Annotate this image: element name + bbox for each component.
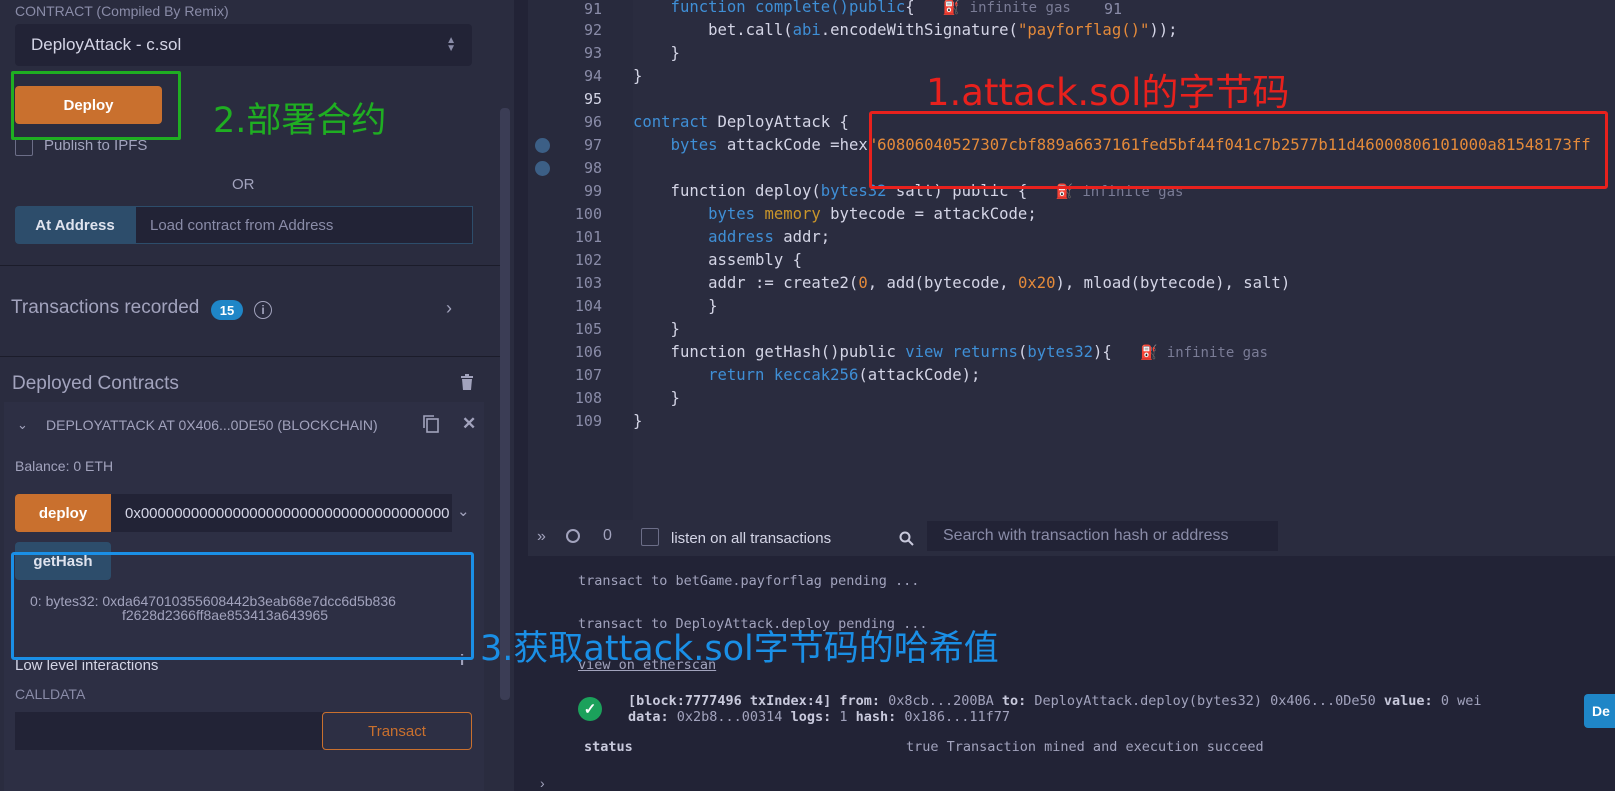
line-number: 98 bbox=[583, 159, 602, 177]
line-number: 105 bbox=[574, 320, 602, 338]
tx-search-input[interactable]: Search with transaction hash or address bbox=[927, 521, 1278, 551]
line-number: 106 bbox=[574, 343, 602, 361]
listen-label: listen on all transactions bbox=[671, 530, 832, 547]
gas-estimate: infinite gas bbox=[969, 0, 1071, 16]
copy-icon[interactable] bbox=[423, 415, 439, 433]
transactions-recorded-label[interactable]: Transactions recorded bbox=[11, 297, 199, 319]
line-number: 107 bbox=[574, 366, 602, 384]
success-check-icon: ✓ bbox=[578, 697, 602, 721]
gas-pump-icon: ⛽ bbox=[1140, 345, 1158, 361]
status-label: status bbox=[584, 739, 633, 755]
code-line: } bbox=[633, 44, 680, 62]
annotation-red-box bbox=[869, 111, 1608, 189]
line-number: 94 bbox=[583, 67, 602, 85]
listen-checkbox[interactable] bbox=[641, 528, 659, 546]
transact-button[interactable]: Transact bbox=[322, 712, 472, 750]
close-icon[interactable]: ✕ bbox=[462, 414, 476, 434]
calldata-label: CALLDATA bbox=[15, 686, 86, 702]
contract-select-value: DeployAttack - c.sol bbox=[31, 35, 182, 54]
code-line: addr := create2(0, add(bytecode, 0x20), … bbox=[633, 274, 1291, 292]
line-number: 100 bbox=[574, 205, 602, 223]
code-line: } bbox=[633, 297, 718, 315]
contract-select[interactable]: DeployAttack - c.sol ▲ ▼ bbox=[15, 24, 472, 66]
instance-title: DEPLOYATTACK AT 0X406...0DE50 (BLOCKCHAI… bbox=[46, 417, 378, 433]
clear-console-icon[interactable] bbox=[566, 529, 580, 543]
search-icon bbox=[899, 531, 914, 551]
debug-button[interactable]: De bbox=[1584, 694, 1615, 728]
divider bbox=[0, 265, 500, 266]
calldata-input[interactable] bbox=[15, 712, 323, 750]
code-line: address addr; bbox=[708, 228, 831, 246]
deploy-function-button[interactable]: deploy bbox=[15, 494, 111, 532]
publish-ipfs-checkbox[interactable] bbox=[15, 138, 33, 156]
code-line: assembly { bbox=[633, 251, 802, 269]
log-line: transact to betGame.payforflag pending .… bbox=[578, 573, 920, 589]
balance-text: Balance: 0 ETH bbox=[15, 458, 114, 474]
line-number: 109 bbox=[574, 412, 602, 430]
code-line: return keccak256(attackCode); bbox=[708, 366, 981, 384]
collapse-icon[interactable]: » bbox=[537, 528, 546, 546]
line-number: 91 bbox=[583, 0, 602, 18]
line-number: 97 bbox=[583, 136, 602, 154]
line-number: 101 bbox=[574, 228, 602, 246]
tx-summary-line2[interactable]: data: 0x2b8...00314 logs: 1 hash: 0x186.… bbox=[628, 709, 1010, 725]
line-number: 99 bbox=[583, 182, 602, 200]
tx-summary-line1[interactable]: [block:7777496 txIndex:4] from: 0x8cb...… bbox=[628, 693, 1481, 709]
deployed-contracts-title: Deployed Contracts bbox=[12, 373, 179, 394]
code-line: bytes memory bytecode = attackCode; bbox=[708, 205, 1037, 223]
code-line: } bbox=[633, 67, 643, 85]
chevron-down-icon[interactable]: ⌄ bbox=[17, 417, 28, 433]
annotation-hash-text: 3.获取attack.sol字节码的哈希值 bbox=[480, 629, 999, 669]
at-address-input[interactable]: Load contract from Address bbox=[135, 206, 473, 244]
at-address-button[interactable]: At Address bbox=[15, 206, 135, 244]
line-number: 96 bbox=[583, 113, 602, 131]
annotation-green-box bbox=[11, 71, 181, 140]
code-line: } bbox=[633, 320, 680, 338]
code-line: bet.call(abi.encodeWithSignature("payfor… bbox=[633, 21, 1178, 39]
tx-count-badge: 15 bbox=[211, 300, 243, 320]
gas-pump-icon: ⛽ bbox=[942, 0, 961, 16]
code-line: } bbox=[633, 412, 643, 430]
line-number: 102 bbox=[574, 251, 602, 269]
line-number: 92 bbox=[583, 21, 602, 39]
info-icon[interactable]: i bbox=[254, 301, 272, 319]
deploy-salt-input[interactable]: 0x0000000000000000000000000000000000000 bbox=[111, 494, 452, 532]
gas-estimate: infinite gas bbox=[1166, 345, 1268, 361]
annotation-bytecode-text: 1.attack.sol的字节码 bbox=[926, 71, 1290, 114]
line-number: 103 bbox=[574, 274, 602, 292]
status-value: true Transaction mined and execution suc… bbox=[906, 739, 1264, 755]
or-divider: OR bbox=[232, 176, 255, 193]
line-number: 104 bbox=[574, 297, 602, 315]
code-line: contract DeployAttack { bbox=[633, 113, 849, 131]
line-number: 93 bbox=[583, 44, 602, 62]
code-line: } bbox=[633, 389, 680, 407]
pending-count: 0 bbox=[603, 527, 612, 544]
trash-icon[interactable] bbox=[460, 374, 474, 390]
chevron-right-icon[interactable]: › bbox=[540, 775, 545, 791]
contract-label: CONTRACT (Compiled By Remix) bbox=[15, 3, 229, 19]
select-arrows-icon: ▲ ▼ bbox=[446, 35, 456, 54]
line-number: 108 bbox=[574, 389, 602, 407]
line-number: 95 bbox=[583, 90, 602, 108]
scrollbar[interactable] bbox=[500, 108, 510, 700]
annotation-deploy-text: 2.部署合约 bbox=[213, 101, 387, 141]
code-line: function getHash()public view returns(by… bbox=[633, 343, 1268, 361]
code-line: function complete()public{ ⛽ infinite ga… bbox=[633, 0, 1071, 16]
annotation-blue-box bbox=[11, 552, 474, 660]
chevron-right-icon[interactable]: › bbox=[446, 298, 452, 319]
divider bbox=[0, 356, 500, 357]
chevron-down-icon[interactable]: ⌄ bbox=[457, 502, 470, 520]
